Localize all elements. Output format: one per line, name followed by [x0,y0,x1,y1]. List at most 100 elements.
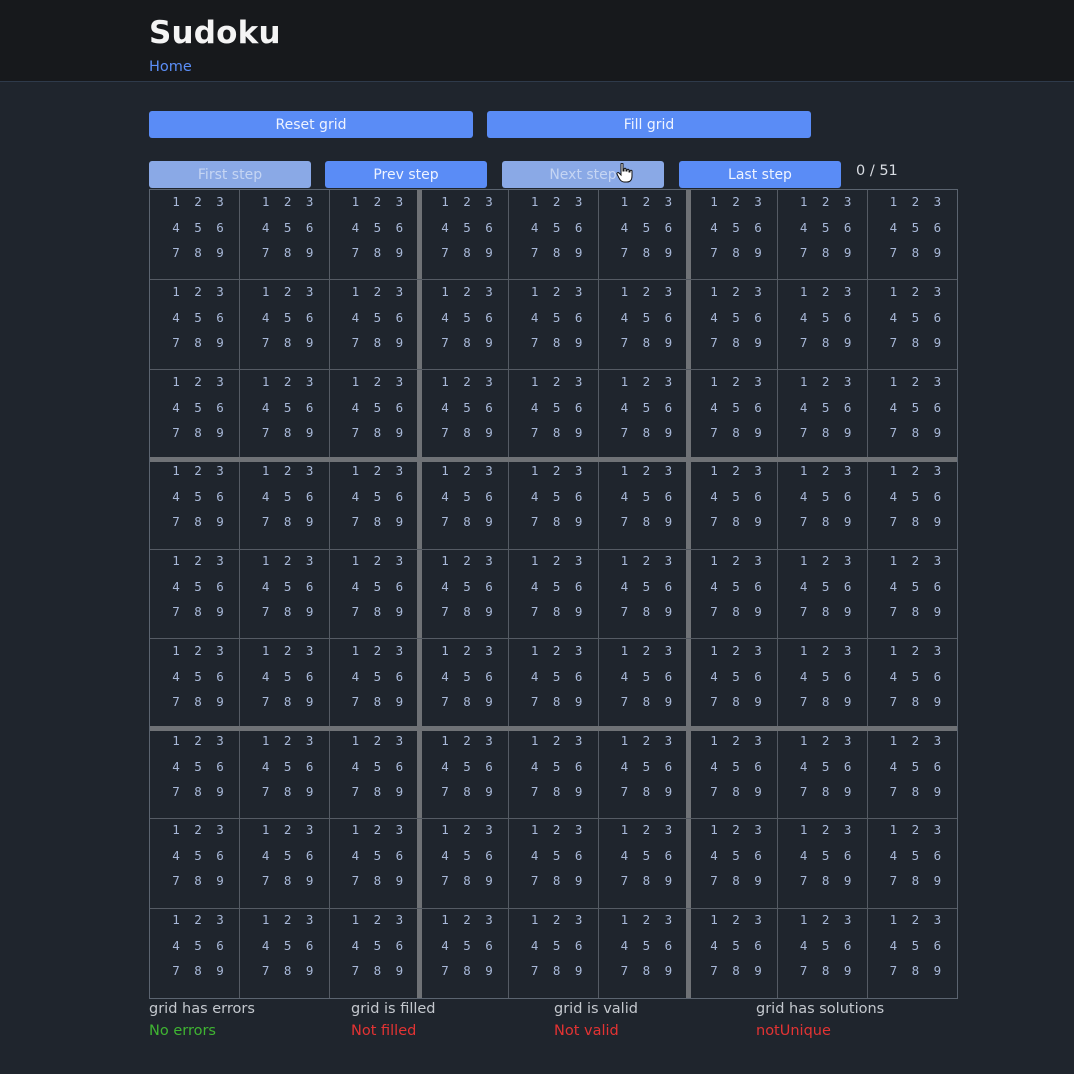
candidate-note: 5 [194,309,202,325]
candidate-note: 2 [821,912,830,928]
candidate-note: 5 [642,579,651,595]
sudoku-cell[interactable]: 123 456 789 [509,190,599,280]
sudoku-cell[interactable]: 123 456 789 [778,190,868,280]
sudoku-cell[interactable]: 123 456 789 [509,280,599,370]
candidate-note: 6 [216,399,224,415]
candidate-note: 3 [933,642,942,658]
sudoku-cell[interactable]: 123 456 789 [509,459,599,549]
candidate-note: 2 [821,283,830,299]
sudoku-cell[interactable]: 123 456 789 [419,908,509,998]
sudoku-cell[interactable]: 123 456 789 [240,370,330,460]
sudoku-cell[interactable]: 123 456 789 [598,818,688,908]
sudoku-cell[interactable]: 123 456 789 [329,818,419,908]
sudoku-cell[interactable]: 123 456 789 [329,370,419,460]
sudoku-cell[interactable]: 123 456 789 [150,729,240,819]
sudoku-cell[interactable]: 123 456 789 [329,459,419,549]
sudoku-cell[interactable]: 123 456 789 [598,908,688,998]
sudoku-cell[interactable]: 123 456 789 [329,549,419,639]
sudoku-cell[interactable]: 123 456 789 [778,549,868,639]
sudoku-cell[interactable]: 123 456 789 [688,370,778,460]
sudoku-cell[interactable]: 123 456 789 [688,908,778,998]
reset-grid-button[interactable]: Reset grid [149,111,473,138]
sudoku-cell[interactable]: 123 456 789 [509,908,599,998]
sudoku-cell[interactable]: 123 456 789 [778,908,868,998]
sudoku-cell[interactable]: 123 456 789 [509,549,599,639]
sudoku-cell[interactable]: 123 456 789 [867,280,957,370]
sudoku-cell[interactable]: 123 456 789 [598,370,688,460]
sudoku-cell[interactable]: 123 456 789 [688,459,778,549]
sudoku-cell[interactable]: 123 456 789 [150,549,240,639]
sudoku-cell[interactable]: 123 456 789 [329,639,419,729]
sudoku-cell[interactable]: 123 456 789 [778,729,868,819]
sudoku-cell[interactable]: 123 456 789 [598,190,688,280]
sudoku-cell[interactable]: 123 456 789 [688,729,778,819]
sudoku-cell[interactable]: 123 456 789 [240,190,330,280]
sudoku-cell[interactable]: 123 456 789 [867,729,957,819]
sudoku-cell[interactable]: 123 456 789 [150,818,240,908]
sudoku-cell[interactable]: 123 456 789 [688,818,778,908]
sudoku-cell[interactable]: 123 456 789 [598,729,688,819]
next-step-button[interactable]: Next step [502,161,664,188]
sudoku-cell[interactable]: 123 456 789 [509,370,599,460]
candidate-note: 7 [172,334,180,350]
sudoku-cell[interactable]: 123 456 789 [150,639,240,729]
candidate-note: 1 [351,732,360,748]
sudoku-cell[interactable]: 123 456 789 [778,280,868,370]
sudoku-cell[interactable]: 123 456 789 [778,639,868,729]
sudoku-cell[interactable]: 123 456 789 [240,908,330,998]
sudoku-cell[interactable]: 123 456 789 [867,459,957,549]
sudoku-cell[interactable]: 123 456 789 [419,280,509,370]
sudoku-cell[interactable]: 123 456 789 [419,459,509,549]
sudoku-cell[interactable]: 123 456 789 [688,190,778,280]
sudoku-cell[interactable]: 123 456 789 [509,818,599,908]
sudoku-cell[interactable]: 123 456 789 [598,280,688,370]
sudoku-cell[interactable]: 123 456 789 [598,639,688,729]
sudoku-cell[interactable]: 123 456 789 [240,729,330,819]
candidate-note: 2 [552,642,561,658]
sudoku-cell[interactable]: 123 456 789 [688,280,778,370]
sudoku-cell[interactable]: 123 456 789 [150,280,240,370]
sudoku-cell[interactable]: 123 456 789 [867,818,957,908]
sudoku-cell[interactable]: 123 456 789 [509,729,599,819]
sudoku-cell[interactable]: 123 456 789 [419,729,509,819]
sudoku-cell[interactable]: 123 456 789 [778,818,868,908]
sudoku-cell[interactable]: 123 456 789 [598,459,688,549]
sudoku-cell[interactable]: 123 456 789 [867,549,957,639]
sudoku-cell[interactable]: 123 456 789 [150,459,240,549]
sudoku-cell[interactable]: 123 456 789 [419,639,509,729]
first-step-button[interactable]: First step [149,161,311,188]
sudoku-cell[interactable]: 123 456 789 [688,549,778,639]
home-link[interactable]: Home [149,59,192,75]
sudoku-cell[interactable]: 123 456 789 [329,729,419,819]
sudoku-cell[interactable]: 123 456 789 [329,908,419,998]
sudoku-cell[interactable]: 123 456 789 [509,639,599,729]
sudoku-cell[interactable]: 123 456 789 [329,280,419,370]
prev-step-button[interactable]: Prev step [325,161,487,188]
sudoku-cell[interactable]: 123 456 789 [240,639,330,729]
sudoku-cell[interactable]: 123 456 789 [598,549,688,639]
sudoku-cell[interactable]: 123 456 789 [240,818,330,908]
sudoku-cell[interactable]: 123 456 789 [150,370,240,460]
sudoku-cell[interactable]: 123 456 789 [688,639,778,729]
candidate-note: 1 [889,283,898,299]
candidate-note: 3 [843,463,852,479]
sudoku-cell[interactable]: 123 456 789 [240,549,330,639]
sudoku-cell[interactable]: 123 456 789 [778,370,868,460]
sudoku-cell[interactable]: 123 456 789 [329,190,419,280]
sudoku-cell[interactable]: 123 456 789 [419,190,509,280]
sudoku-cell[interactable]: 123 456 789 [867,639,957,729]
sudoku-cell[interactable]: 123 456 789 [867,908,957,998]
sudoku-cell[interactable]: 123 456 789 [419,818,509,908]
sudoku-cell[interactable]: 123 456 789 [150,908,240,998]
sudoku-cell[interactable]: 123 456 789 [778,459,868,549]
sudoku-cell[interactable]: 123 456 789 [150,190,240,280]
fill-grid-button[interactable]: Fill grid [487,111,811,138]
last-step-button[interactable]: Last step [679,161,841,188]
candidate-note: 5 [911,309,920,325]
sudoku-cell[interactable]: 123 456 789 [419,370,509,460]
sudoku-cell[interactable]: 123 456 789 [419,549,509,639]
sudoku-cell[interactable]: 123 456 789 [240,280,330,370]
sudoku-cell[interactable]: 123 456 789 [867,190,957,280]
sudoku-cell[interactable]: 123 456 789 [240,459,330,549]
sudoku-cell[interactable]: 123 456 789 [867,370,957,460]
